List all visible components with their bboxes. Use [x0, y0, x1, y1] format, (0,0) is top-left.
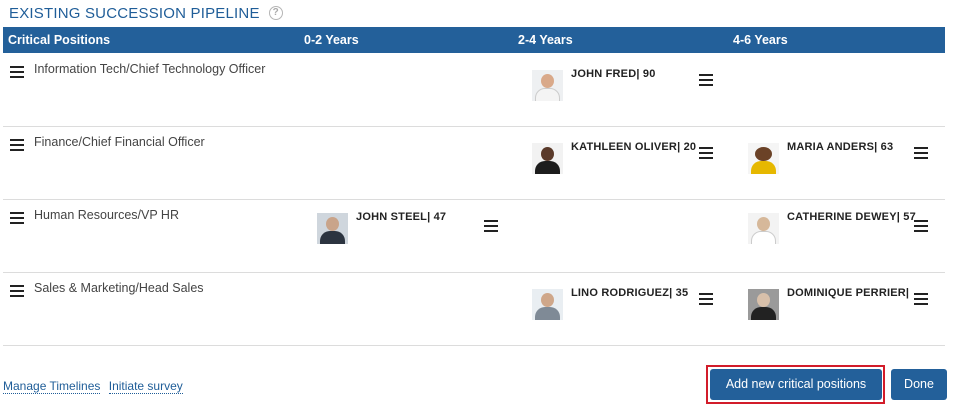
candidate-name[interactable]: JOHN STEEL| 47	[356, 211, 446, 223]
avatar	[532, 289, 563, 320]
hamburger-icon[interactable]	[699, 147, 713, 159]
page-header: EXISTING SUCCESSION PIPELINE ?	[9, 3, 283, 23]
table-row: Information Tech/Chief Technology Office…	[3, 54, 945, 127]
hamburger-icon[interactable]	[914, 220, 928, 232]
table-row: Finance/Chief Financial Officer KATHLEEN…	[3, 127, 945, 200]
candidate-name[interactable]: CATHERINE DEWEY| 57	[787, 211, 916, 223]
avatar	[748, 143, 779, 174]
table-row: Sales & Marketing/Head Sales LINO RODRIG…	[3, 273, 945, 346]
candidate-name[interactable]: DOMINIQUE PERRIER|	[787, 287, 909, 299]
candidate-name[interactable]: MARIA ANDERS| 63	[787, 141, 893, 153]
candidate-name[interactable]: JOHN FRED| 90	[571, 68, 656, 80]
position-label: Sales & Marketing/Head Sales	[34, 281, 204, 295]
column-header-critical-positions: Critical Positions	[8, 33, 111, 47]
hamburger-icon[interactable]	[914, 293, 928, 305]
done-button[interactable]: Done	[891, 369, 947, 400]
initiate-survey-link[interactable]: Initiate survey	[108, 379, 183, 394]
position-label: Information Tech/Chief Technology Office…	[34, 62, 266, 76]
avatar	[532, 143, 563, 174]
manage-timelines-link[interactable]: Manage Timelines	[3, 379, 101, 394]
avatar	[317, 213, 348, 244]
avatar	[748, 213, 779, 244]
column-header-2-4-years: 2-4 Years	[518, 33, 573, 47]
footer-links: Manage Timelines Initiate survey	[3, 379, 188, 394]
hamburger-icon[interactable]	[10, 212, 24, 224]
hamburger-icon[interactable]	[484, 220, 498, 232]
avatar	[748, 289, 779, 320]
hamburger-icon[interactable]	[10, 139, 24, 151]
hamburger-icon[interactable]	[10, 285, 24, 297]
candidate-name[interactable]: KATHLEEN OLIVER| 20	[571, 141, 696, 153]
position-label: Finance/Chief Financial Officer	[34, 135, 205, 149]
column-header-0-2-years: 0-2 Years	[304, 33, 359, 47]
table-row: Human Resources/VP HR JOHN STEEL| 47 CAT…	[3, 200, 945, 273]
hamburger-icon[interactable]	[699, 74, 713, 86]
add-critical-positions-button[interactable]: Add new critical positions	[710, 369, 882, 400]
candidate-name[interactable]: LINO RODRIGUEZ| 35	[571, 287, 688, 299]
help-icon[interactable]: ?	[268, 6, 283, 20]
avatar	[532, 70, 563, 101]
table-header: Critical Positions 0-2 Years 2-4 Years 4…	[3, 27, 945, 53]
page-title: EXISTING SUCCESSION PIPELINE	[9, 4, 260, 22]
position-label: Human Resources/VP HR	[34, 208, 179, 222]
hamburger-icon[interactable]	[10, 66, 24, 78]
hamburger-icon[interactable]	[699, 293, 713, 305]
hamburger-icon[interactable]	[914, 147, 928, 159]
column-header-4-6-years: 4-6 Years	[733, 33, 788, 47]
